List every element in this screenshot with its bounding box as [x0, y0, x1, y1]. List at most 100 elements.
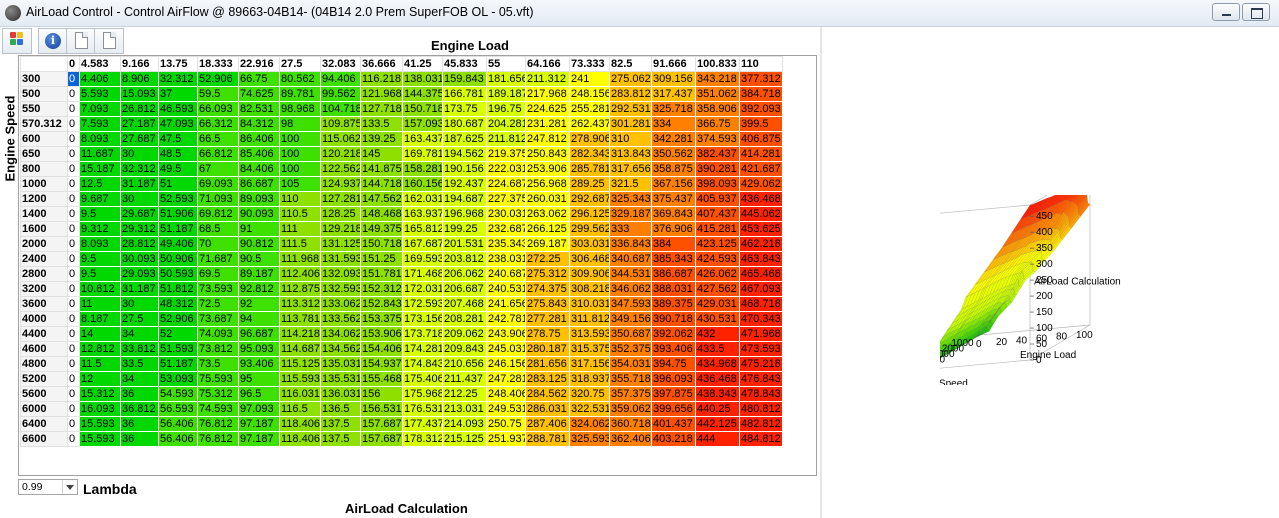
table-cell[interactable]: 134.562 [320, 341, 361, 357]
table-cell[interactable]: 174.843 [402, 356, 443, 372]
table-cell[interactable]: 29.312 [120, 221, 159, 237]
table-cell[interactable]: 93.406 [238, 356, 280, 372]
table-cell[interactable]: 213.031 [442, 401, 487, 417]
table-cell[interactable]: 280.187 [525, 341, 570, 357]
table-cell[interactable]: 284.562 [525, 386, 570, 402]
table-cell[interactable]: 442.125 [695, 416, 740, 432]
table-cell[interactable]: 453.625 [739, 221, 783, 237]
table-cell[interactable]: 122.562 [320, 161, 361, 177]
table-cell[interactable]: 96.5 [238, 386, 280, 402]
table-cell[interactable]: 74.093 [197, 326, 239, 342]
table-cell[interactable]: 72.5 [197, 296, 239, 312]
table-cell[interactable]: 32.312 [120, 161, 159, 177]
table-cell[interactable]: 169.781 [402, 146, 443, 162]
table-cell[interactable]: 310 [609, 131, 652, 147]
table-cell[interactable]: 167.687 [402, 236, 443, 252]
table-cell[interactable]: 211.437 [442, 371, 487, 387]
table-cell[interactable]: 30.093 [120, 251, 159, 267]
table-cell[interactable]: 16.093 [79, 401, 121, 417]
table-cell[interactable]: 399.5 [739, 116, 783, 132]
table-cell[interactable]: 0 [67, 116, 80, 132]
table-cell[interactable]: 241.656 [486, 296, 526, 312]
table-cell[interactable]: 52 [158, 326, 198, 342]
table-cell[interactable]: 325.343 [609, 191, 652, 207]
table-cell[interactable]: 76.812 [197, 416, 239, 432]
table-cell[interactable]: 192.437 [442, 176, 487, 192]
table-cell[interactable]: 157.093 [402, 116, 443, 132]
table-cell[interactable]: 111 [279, 221, 321, 237]
table-cell[interactable]: 0 [67, 206, 80, 222]
table-cell[interactable]: 256.968 [525, 176, 570, 192]
table-cell[interactable]: 114.687 [279, 341, 321, 357]
table-cell[interactable]: 173.156 [402, 311, 443, 327]
table-cell[interactable]: 266.125 [525, 221, 570, 237]
table-cell[interactable]: 401.437 [651, 416, 696, 432]
table-cell[interactable]: 113.312 [279, 296, 321, 312]
table-cell[interactable]: 463.843 [739, 251, 783, 267]
table-cell[interactable]: 374.593 [695, 131, 740, 147]
table-cell[interactable]: 325.593 [569, 431, 610, 447]
table-cell[interactable]: 292.687 [569, 191, 610, 207]
table-cell[interactable]: 196.75 [486, 101, 526, 117]
table-cell[interactable]: 27.187 [120, 116, 159, 132]
table-cell[interactable]: 127.281 [320, 191, 361, 207]
table-cell[interactable]: 141.875 [360, 161, 403, 177]
table-cell[interactable]: 194.562 [442, 146, 487, 162]
table-cell[interactable]: 176.531 [402, 401, 443, 417]
table-cell[interactable]: 111.968 [279, 251, 321, 267]
table-cell[interactable]: 36 [120, 416, 159, 432]
table-cell[interactable]: 100 [279, 131, 321, 147]
table-cell[interactable]: 75.312 [197, 386, 239, 402]
table-cell[interactable]: 278.906 [569, 131, 610, 147]
table-cell[interactable]: 151.781 [360, 266, 403, 282]
table-cell[interactable]: 232.687 [486, 221, 526, 237]
table-cell[interactable]: 33.812 [120, 341, 159, 357]
table-cell[interactable]: 283.812 [609, 86, 652, 102]
table-cell[interactable]: 427.562 [695, 281, 740, 297]
table-cell[interactable]: 84.312 [238, 116, 280, 132]
table-cell[interactable]: 173.75 [442, 101, 487, 117]
table-cell[interactable]: 153.906 [360, 326, 403, 342]
table-cell[interactable]: 73.5 [197, 356, 239, 372]
table-cell[interactable]: 471.968 [739, 326, 783, 342]
table-cell[interactable]: 317.656 [609, 161, 652, 177]
table-cell[interactable]: 309.156 [651, 71, 696, 87]
table-cell[interactable]: 154.406 [360, 341, 403, 357]
table-cell[interactable]: 462.218 [739, 236, 783, 252]
column-header[interactable]: 32.083 [320, 56, 361, 72]
table-cell[interactable]: 394.75 [651, 356, 696, 372]
table-cell[interactable]: 51.812 [158, 281, 198, 297]
table-cell[interactable]: 133.062 [320, 296, 361, 312]
table-cell[interactable]: 283.125 [525, 371, 570, 387]
table-cell[interactable]: 7.093 [79, 101, 121, 117]
selected-cell[interactable]: 0 [67, 71, 80, 87]
table-cell[interactable]: 80.562 [279, 71, 321, 87]
table-cell[interactable]: 92.812 [238, 281, 280, 297]
row-header[interactable]: 6600 [20, 431, 68, 447]
table-cell[interactable]: 4.406 [79, 71, 121, 87]
row-header[interactable]: 6400 [20, 416, 68, 432]
table-cell[interactable]: 190.156 [442, 161, 487, 177]
page2-button[interactable] [94, 28, 124, 54]
table-cell[interactable]: 66.093 [197, 101, 239, 117]
table-cell[interactable]: 47.5 [158, 131, 198, 147]
column-header[interactable]: 100.833 [695, 56, 740, 72]
table-cell[interactable]: 100 [279, 161, 321, 177]
table-cell[interactable]: 287.406 [525, 416, 570, 432]
table-cell[interactable]: 313.843 [609, 146, 652, 162]
table-cell[interactable]: 0 [67, 86, 80, 102]
table-cell[interactable]: 11 [79, 296, 121, 312]
table-cell[interactable]: 54.593 [158, 386, 198, 402]
info-button[interactable]: i [38, 28, 68, 54]
table-cell[interactable]: 377.312 [739, 71, 783, 87]
table-cell[interactable]: 246.156 [486, 356, 526, 372]
table-cell[interactable]: 135.031 [320, 356, 361, 372]
table-cell[interactable]: 94 [238, 311, 280, 327]
table-cell[interactable]: 178.312 [402, 431, 443, 447]
table-cell[interactable]: 113.781 [279, 311, 321, 327]
table-cell[interactable]: 206.062 [442, 266, 487, 282]
table-cell[interactable]: 282.343 [569, 146, 610, 162]
table-cell[interactable]: 424.593 [695, 251, 740, 267]
table-cell[interactable]: 115.125 [279, 356, 321, 372]
table-cell[interactable]: 334 [651, 116, 696, 132]
